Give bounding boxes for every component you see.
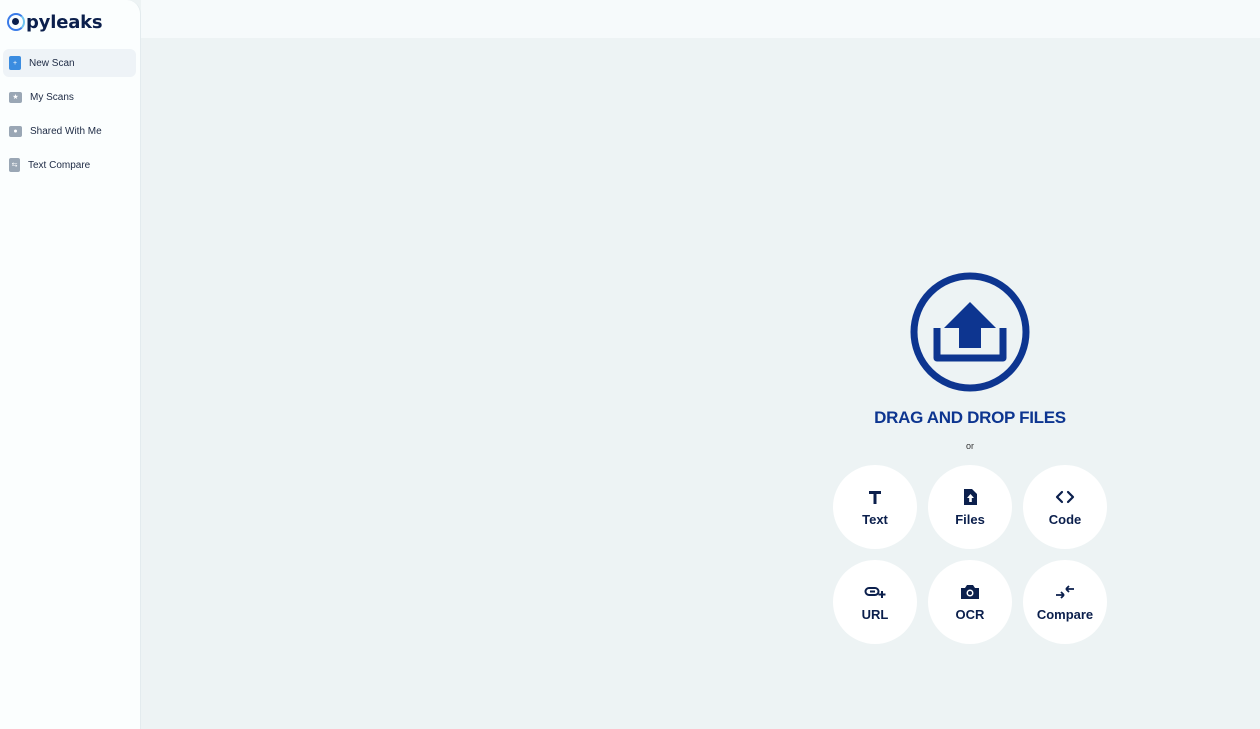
- upload-options: Text Files Code URL OCR Compare: [833, 465, 1107, 644]
- sidebar-item-label: Shared With Me: [30, 125, 102, 137]
- option-label: Text: [862, 512, 888, 527]
- or-separator: or: [965, 441, 974, 451]
- files-option-button[interactable]: Files: [928, 465, 1012, 549]
- ocr-option-button[interactable]: OCR: [928, 560, 1012, 644]
- sidebar-item-label: Text Compare: [28, 159, 91, 171]
- shared-folder-icon: ●: [9, 125, 22, 137]
- option-label: URL: [861, 607, 889, 622]
- option-label: Files: [955, 512, 985, 527]
- text-option-button[interactable]: Text: [833, 465, 917, 549]
- new-scan-icon: +: [9, 56, 21, 70]
- compare-arrows-icon: [1055, 582, 1075, 602]
- code-icon: [1055, 487, 1075, 507]
- camera-icon: [960, 582, 980, 602]
- code-option-button[interactable]: Code: [1023, 465, 1107, 549]
- upload-icon[interactable]: [908, 270, 1032, 394]
- compare-option-button[interactable]: Compare: [1023, 560, 1107, 644]
- text-compare-icon: ⇆: [9, 158, 20, 172]
- dropzone[interactable]: DRAG AND DROP FILES or Text Files Code U…: [800, 270, 1140, 644]
- option-label: Code: [1048, 512, 1082, 527]
- sidebar-item-text-compare[interactable]: ⇆ Text Compare: [3, 151, 136, 179]
- logo-text: pyleaks: [26, 11, 103, 33]
- url-option-button[interactable]: URL: [833, 560, 917, 644]
- option-label: Compare: [1036, 607, 1094, 622]
- sidebar-item-my-scans[interactable]: ★ My Scans: [3, 83, 136, 111]
- sidebar-item-label: My Scans: [30, 91, 74, 103]
- sidebar-item-label: New Scan: [29, 57, 75, 69]
- logo-mark-icon: [7, 13, 25, 31]
- top-bar: [141, 0, 1260, 38]
- file-upload-icon: [962, 487, 978, 507]
- sidebar-nav: + New Scan ★ My Scans ● Shared With Me ⇆…: [3, 49, 136, 185]
- copyleaks-logo[interactable]: pyleaks: [7, 9, 103, 35]
- dropzone-title: DRAG AND DROP FILES: [874, 408, 1066, 427]
- option-label: OCR: [955, 607, 985, 622]
- sidebar-item-new-scan[interactable]: + New Scan: [3, 49, 136, 77]
- folder-star-icon: ★: [9, 91, 22, 103]
- sidebar-item-shared-with-me[interactable]: ● Shared With Me: [3, 117, 136, 145]
- link-add-icon: [864, 582, 886, 602]
- sidebar: pyleaks + New Scan ★ My Scans ● Shared W…: [0, 0, 141, 729]
- text-icon: [867, 487, 883, 507]
